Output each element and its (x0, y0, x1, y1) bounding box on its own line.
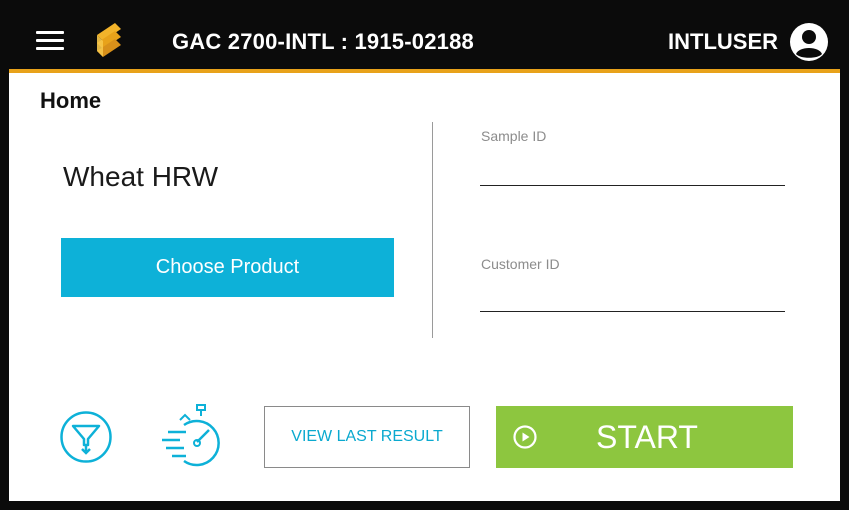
user-name[interactable]: INTLUSER (668, 29, 778, 55)
customer-id-label: Customer ID (481, 256, 560, 272)
device-title: GAC 2700-INTL : 1915-02188 (172, 29, 474, 54)
user-account-icon[interactable] (789, 22, 829, 62)
start-label: START (596, 419, 698, 455)
view-last-result-button[interactable]: VIEW LAST RESULT (264, 406, 470, 468)
selected-product-name: Wheat HRW (63, 161, 219, 192)
start-button[interactable]: START (496, 406, 793, 468)
page-title: Home (40, 88, 102, 113)
customer-id-input[interactable] (480, 283, 785, 312)
choose-product-button[interactable]: Choose Product (61, 238, 394, 297)
hamburger-menu-icon[interactable] (36, 31, 64, 51)
sample-id-input[interactable] (480, 157, 785, 186)
stopwatch-icon[interactable] (160, 403, 224, 467)
funnel-filter-icon[interactable] (59, 410, 113, 464)
dickey-john-logo-icon (97, 23, 121, 57)
sample-id-label: Sample ID (481, 128, 547, 144)
vertical-divider (432, 122, 433, 338)
play-circle-icon (513, 425, 537, 449)
top-bar: GAC 2700-INTL : 1915-02188 INTLUSER (0, 0, 849, 73)
